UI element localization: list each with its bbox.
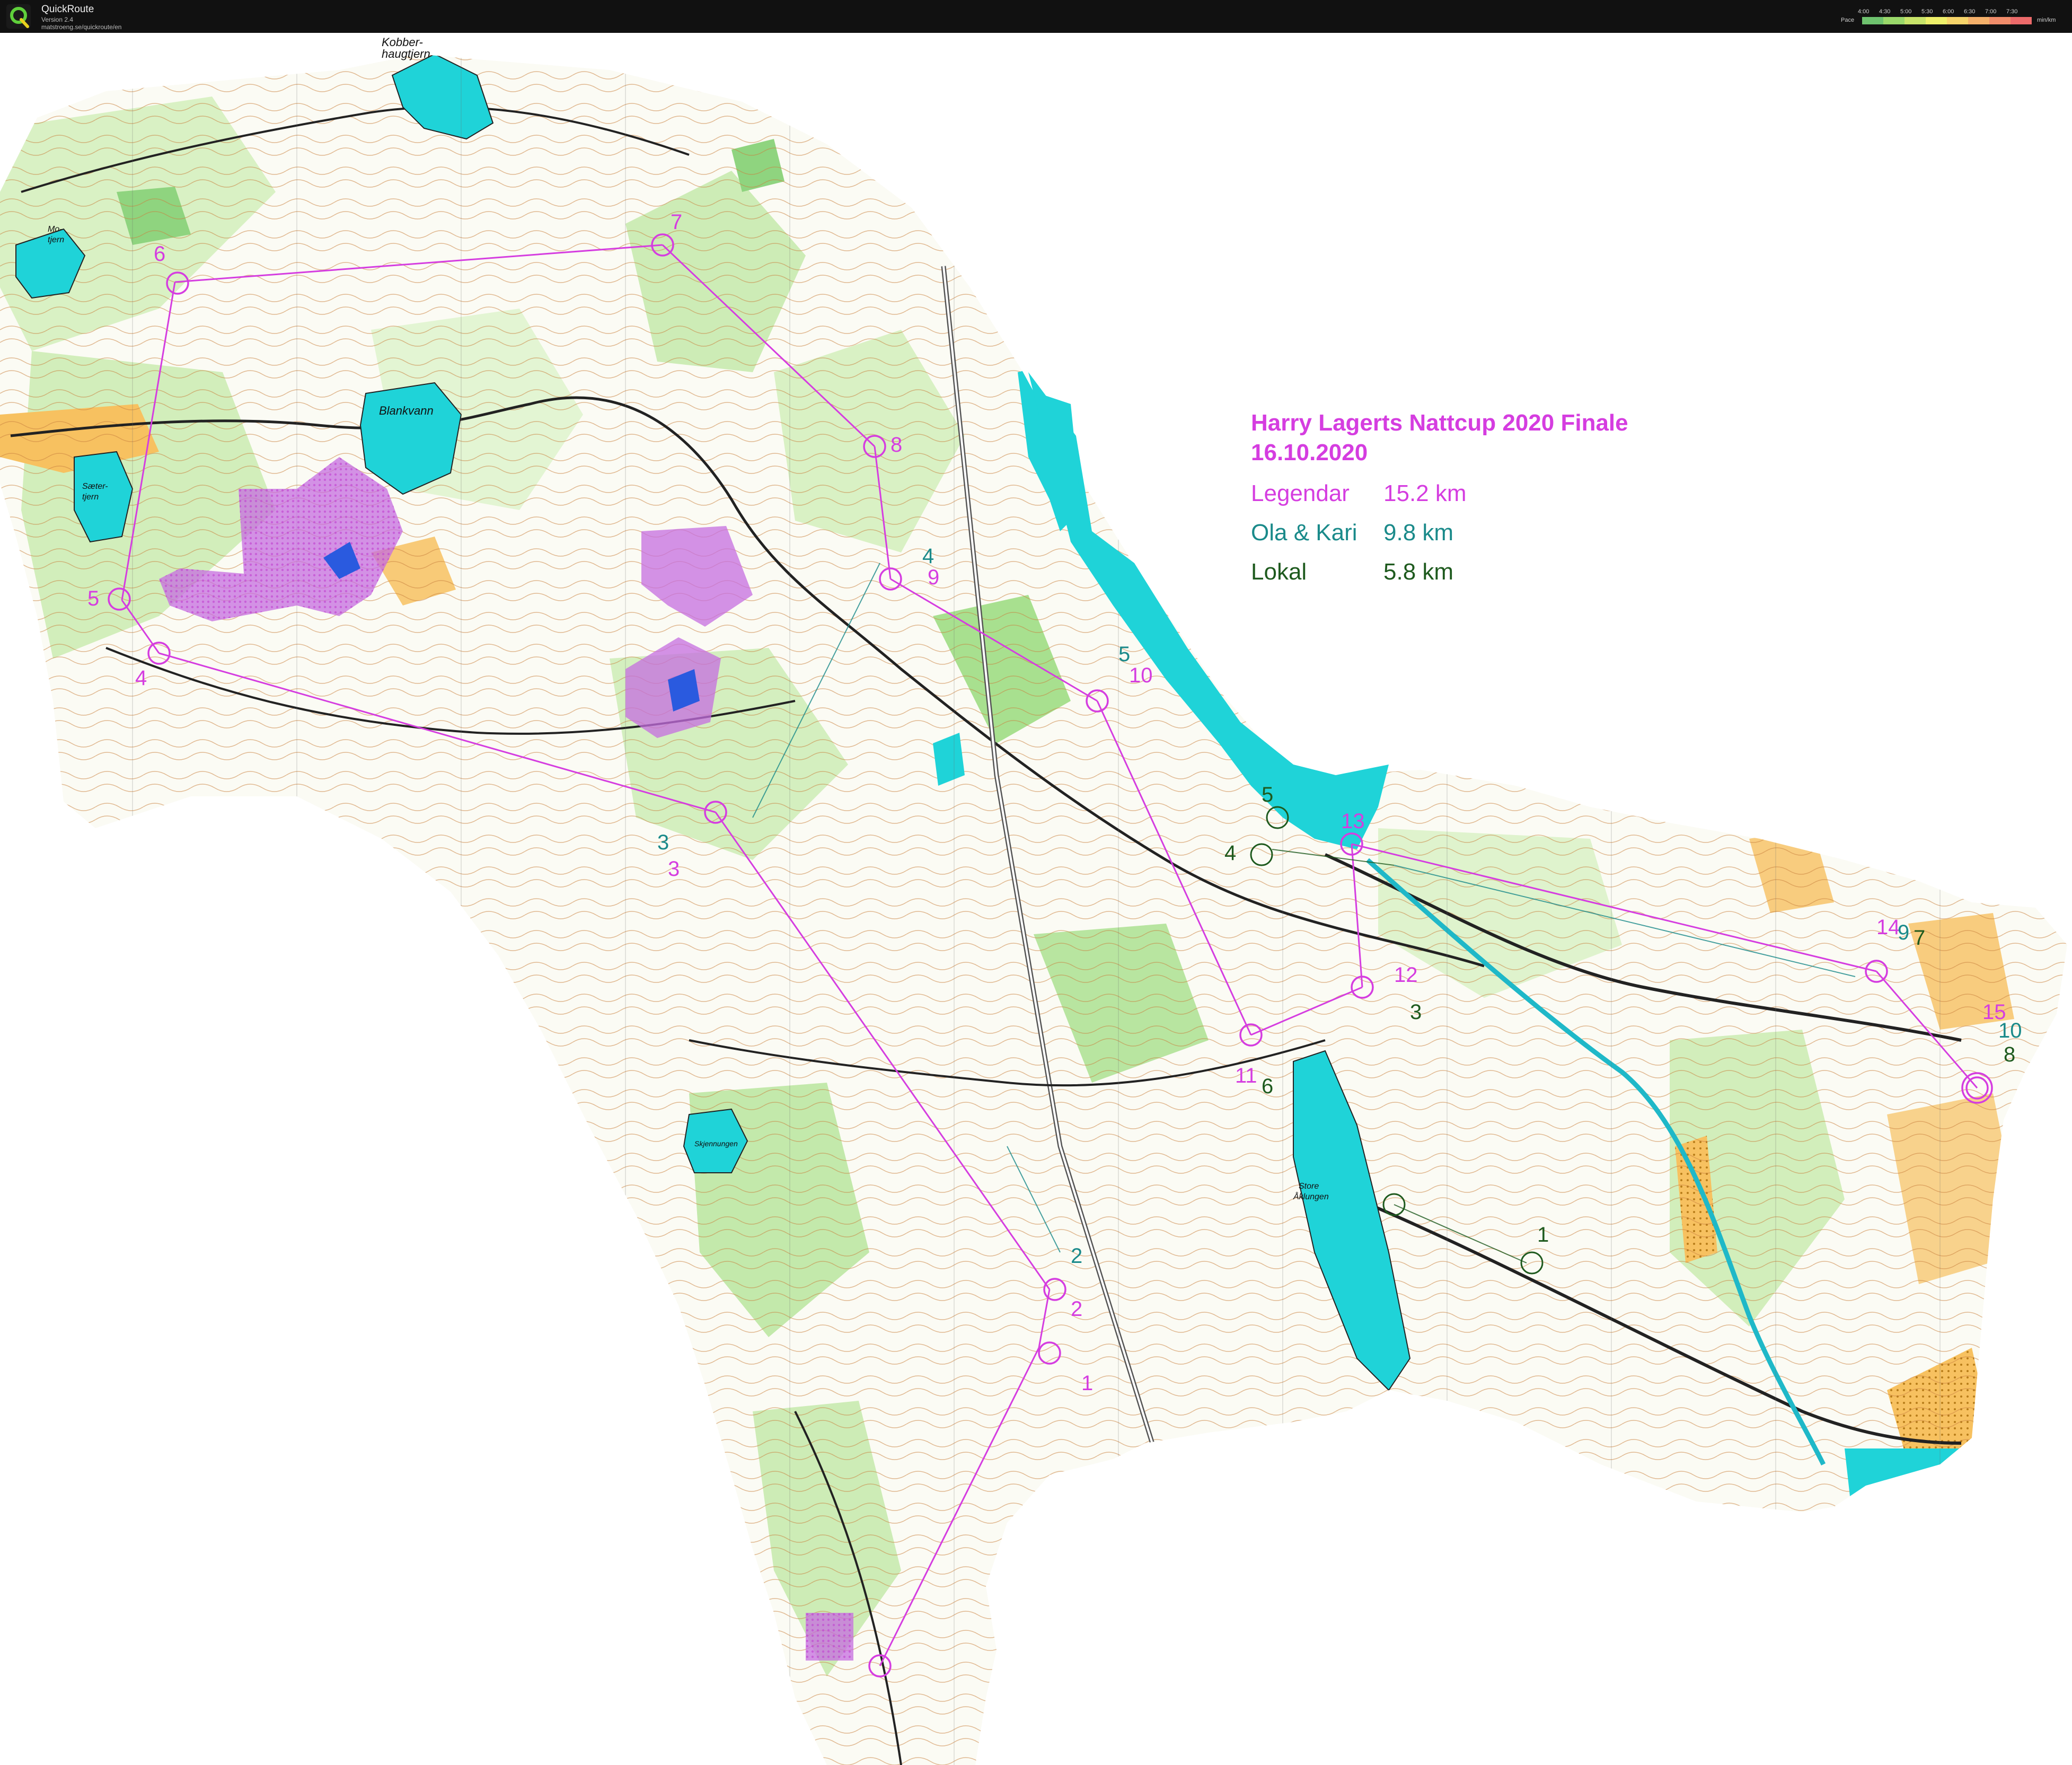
- course-distance: 5.8 km: [1383, 559, 1454, 585]
- pace-tick: 6:30: [1964, 8, 1976, 15]
- control-number: 12: [1394, 963, 1418, 987]
- control-number: 6: [1262, 1075, 1273, 1098]
- control-number: 5: [1262, 783, 1273, 806]
- pace-swatch: [1947, 17, 1968, 24]
- control-number: 9: [928, 566, 939, 589]
- place-label-saetertjern: Sæter-: [82, 482, 108, 491]
- control-number: 10: [1129, 664, 1153, 687]
- control-number: 5: [1118, 643, 1130, 666]
- pace-swatch: [1989, 17, 2011, 24]
- pace-unit: min/km: [2037, 17, 2056, 23]
- pace-swatch: [1968, 17, 1989, 24]
- control-number: 3: [668, 857, 680, 881]
- control-number: 3: [1410, 1000, 1422, 1024]
- pace-tick: 4:00: [1858, 8, 1870, 15]
- out-of-bounds-area: [806, 1613, 853, 1661]
- place-label-motjern: Mo-: [48, 225, 63, 234]
- pace-swatch: [1862, 17, 1883, 24]
- pace-swatch: [2011, 17, 2032, 24]
- course-name: Legendar: [1251, 480, 1350, 506]
- orienteering-map[interactable]: Kobber- haugtjern Mo- tjern Blankvann Sæ…: [0, 33, 2072, 1765]
- app-titlebar: QuickRoute Version 2.4 matstroeng.se/qui…: [0, 0, 2072, 33]
- event-date: 16.10.2020: [1251, 440, 1368, 466]
- pace-tick: 4:30: [1879, 8, 1891, 15]
- control-number: 8: [890, 433, 902, 456]
- control-number: 14: [1876, 916, 1900, 939]
- place-label-kobberhaugtjern: haugtjern: [382, 47, 430, 60]
- place-label-motjern: tjern: [48, 235, 64, 244]
- control-number: 4: [1224, 841, 1236, 865]
- control-number: 1: [1081, 1372, 1093, 1395]
- pace-swatch: [1883, 17, 1905, 24]
- event-title: Harry Lagerts Nattcup 2020 Finale: [1251, 410, 1628, 436]
- pace-tick: 7:30: [2006, 8, 2018, 15]
- pace-tick: 5:00: [1900, 8, 1912, 15]
- pace-swatch: [1926, 17, 1947, 24]
- place-label-saetertjern: tjern: [82, 493, 99, 502]
- course-distance: 9.8 km: [1383, 520, 1454, 546]
- pace-legend: Pace 4:00 4:30 5:00 5:30 6:00 6:30 7:00 …: [1841, 7, 2064, 25]
- course-name: Lokal: [1251, 559, 1307, 585]
- map-terrain: [0, 54, 2067, 1765]
- quickroute-logo-icon: [6, 4, 31, 29]
- control-number: 11: [1235, 1064, 1257, 1087]
- control-number: 4: [135, 666, 147, 690]
- place-label-blankvann: Blankvann: [379, 404, 434, 417]
- place-label-skjennungen: Skjennungen: [694, 1139, 738, 1148]
- control-number: 3: [657, 831, 669, 854]
- place-label-store-aklungen: Store: [1299, 1182, 1319, 1191]
- app-name: QuickRoute: [41, 4, 94, 15]
- pace-swatch: [1905, 17, 1926, 24]
- control-number: 8: [2004, 1043, 2015, 1066]
- control-number: 2: [1071, 1297, 1082, 1321]
- control-number: 5: [87, 587, 99, 610]
- app-version: Version 2.4: [41, 16, 74, 23]
- pace-tick: 6:00: [1943, 8, 1954, 15]
- course-row-legendar: Legendar 15.2 km: [1251, 474, 1628, 513]
- control-number: 7: [1914, 926, 1925, 950]
- control-number: 6: [154, 242, 165, 266]
- control-number: 13: [1341, 810, 1365, 833]
- course-distance: 15.2 km: [1383, 480, 1467, 506]
- course-row-ola-kari: Ola & Kari 9.8 km: [1251, 513, 1628, 552]
- control-number: 7: [671, 210, 682, 234]
- pace-tick: 5:30: [1921, 8, 1933, 15]
- control-number: 2: [1071, 1244, 1082, 1268]
- course-row-lokal: Lokal 5.8 km: [1251, 552, 1628, 592]
- app-url: matstroeng.se/quickroute/en: [41, 23, 122, 31]
- course-name: Ola & Kari: [1251, 520, 1357, 546]
- pace-tick: 7:00: [1985, 8, 1997, 15]
- control-number: 9: [1898, 921, 1909, 944]
- control-number: 10: [1998, 1019, 2022, 1042]
- control-number: 4: [922, 545, 934, 568]
- place-label-store-aklungen: Åklungen: [1293, 1191, 1329, 1201]
- control-number: 1: [1537, 1223, 1549, 1246]
- pace-label: Pace: [1841, 17, 1855, 23]
- event-info: Harry Lagerts Nattcup 2020 Finale 16.10.…: [1251, 408, 1628, 592]
